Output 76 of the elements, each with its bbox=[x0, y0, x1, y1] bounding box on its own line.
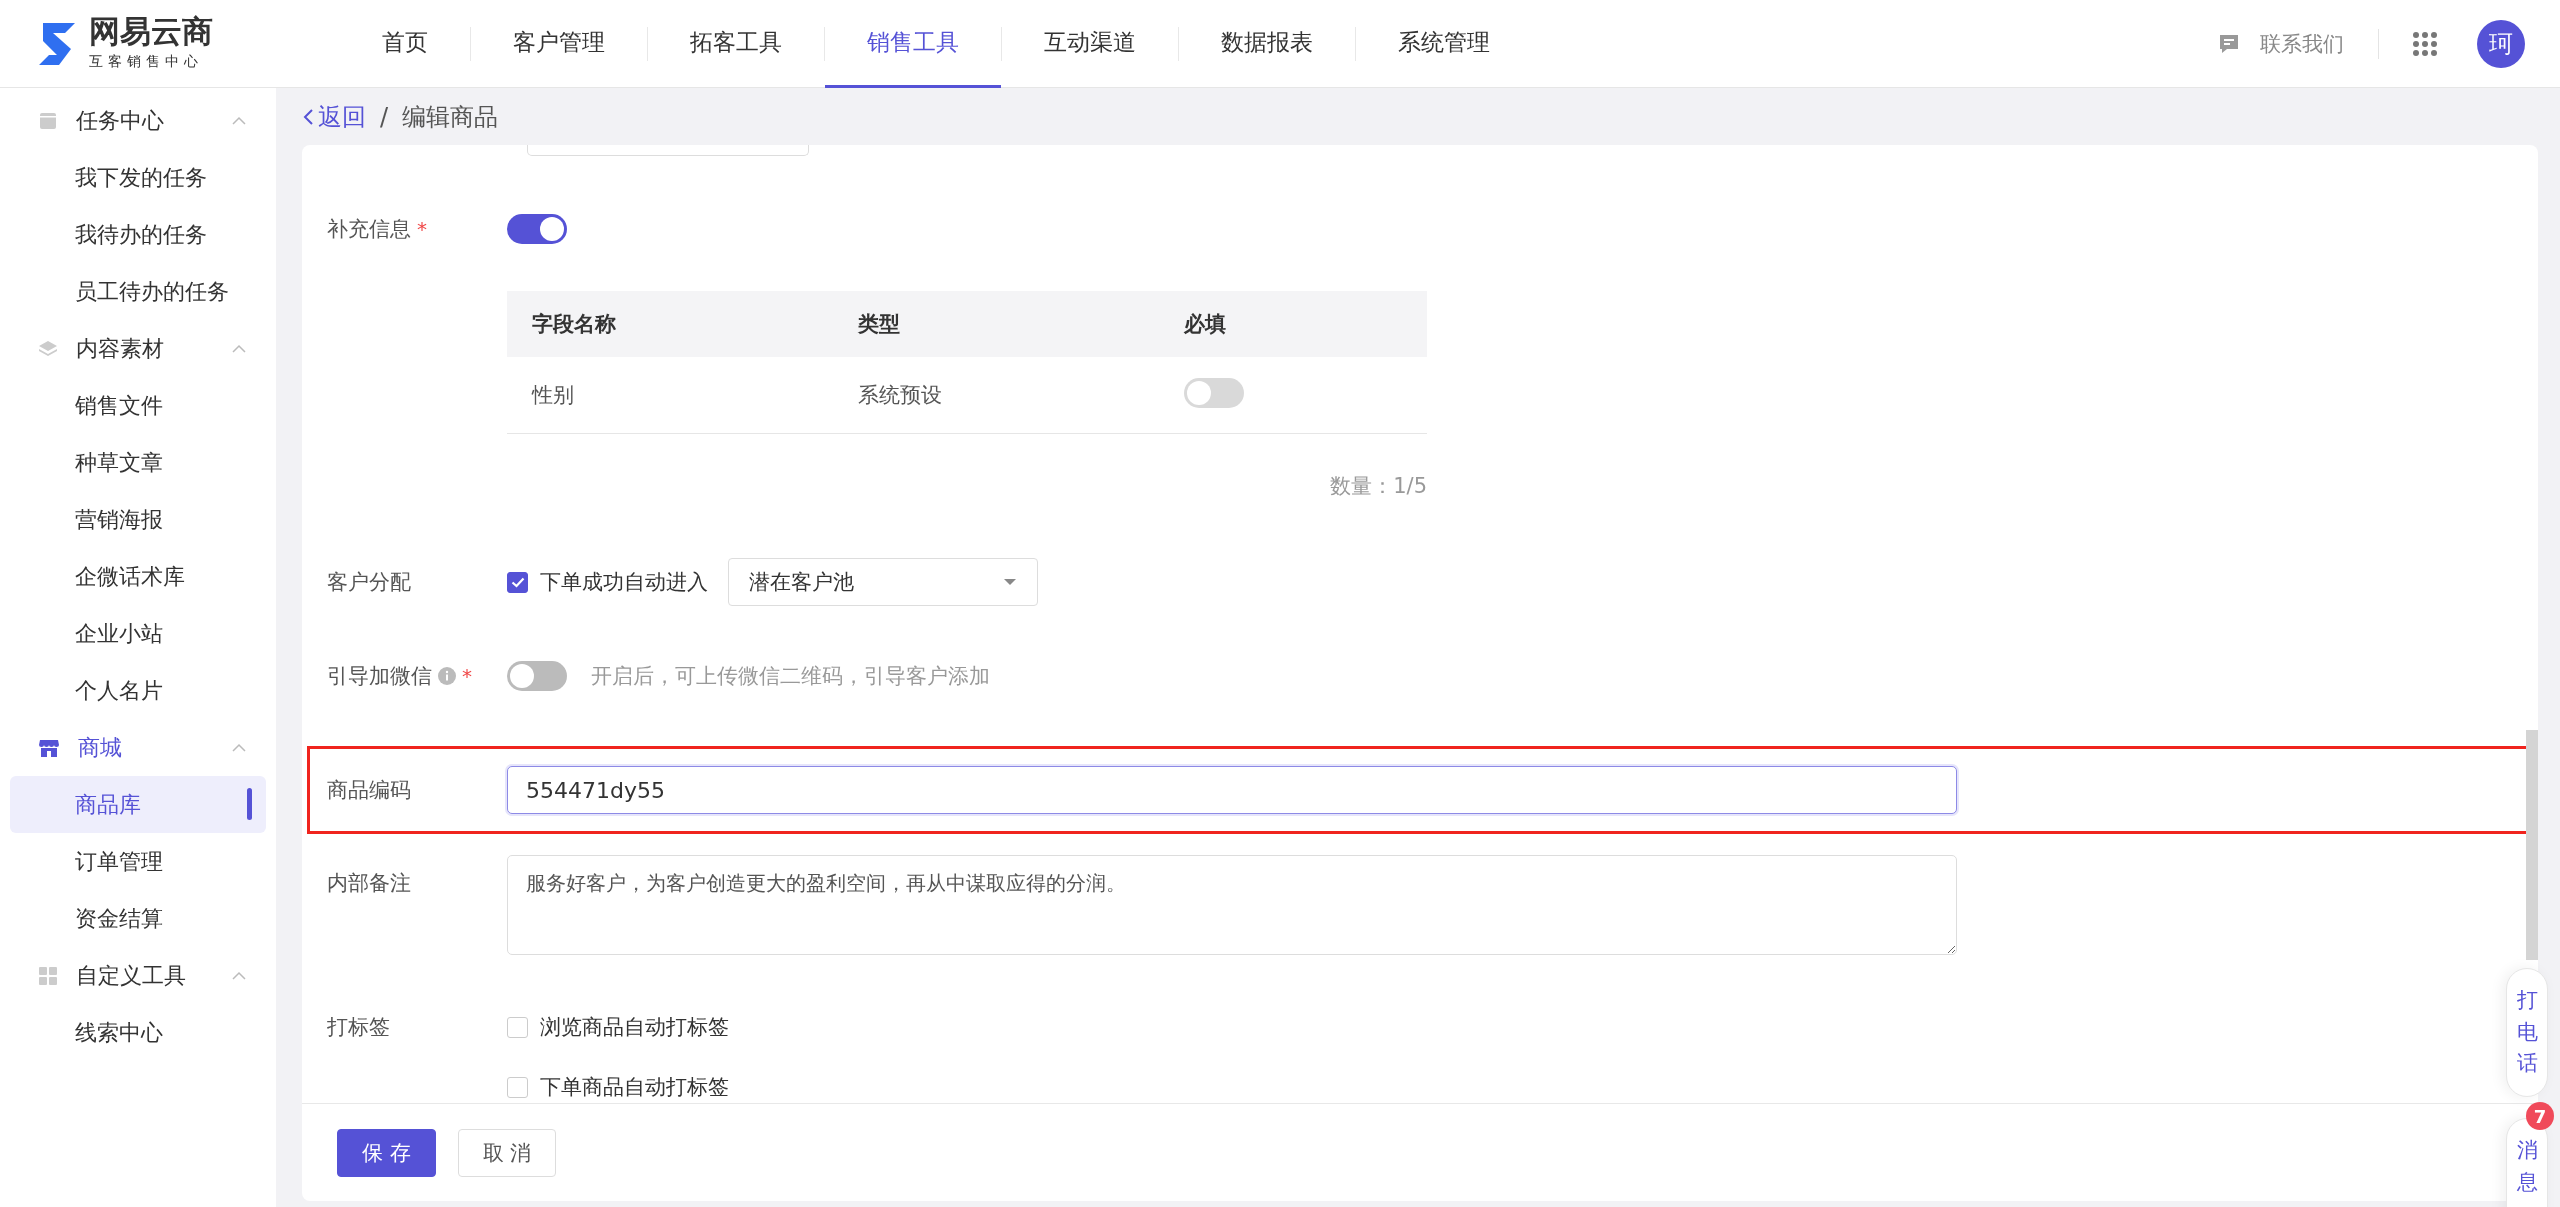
column-header: 字段名称 bbox=[507, 291, 834, 357]
info-icon bbox=[438, 667, 456, 685]
input-field[interactable]: 554471dy55 bbox=[507, 766, 1957, 814]
page-title: 编辑商品 bbox=[402, 101, 499, 133]
required-mark: * bbox=[462, 664, 472, 688]
nav-tab[interactable]: 客户管理 bbox=[471, 0, 647, 88]
sidebar-group[interactable]: 商城 bbox=[10, 719, 266, 776]
sidebar-item[interactable]: 销售文件 bbox=[10, 377, 266, 434]
sidebar-item[interactable]: 企微话术库 bbox=[10, 548, 266, 605]
field-label: 商品编码 bbox=[327, 777, 411, 804]
scrollbar[interactable] bbox=[2526, 730, 2538, 960]
cancel-button[interactable]: 取 消 bbox=[457, 1128, 557, 1177]
chevron-icon bbox=[232, 116, 246, 125]
breadcrumb-separator: / bbox=[380, 102, 389, 131]
nav-tab[interactable]: 销售工具 bbox=[825, 0, 1001, 88]
nav-tab[interactable]: 数据报表 bbox=[1179, 0, 1355, 88]
brand-tagline: 互客销售中心 bbox=[89, 53, 204, 71]
checkbox[interactable] bbox=[507, 571, 528, 593]
calendar-icon bbox=[38, 110, 58, 131]
field-label: 引导加微信 bbox=[327, 663, 432, 690]
table-cell: 性别 bbox=[507, 357, 834, 434]
sidebar-item[interactable]: 营销海报 bbox=[10, 491, 266, 548]
field-label: 补充信息 bbox=[327, 216, 411, 243]
user-avatar[interactable]: 珂 bbox=[2477, 19, 2525, 68]
nav-tab[interactable]: 首页 bbox=[340, 0, 470, 88]
checkbox-label: 下单商品自动打标签 bbox=[540, 1074, 729, 1101]
nav-tab[interactable]: 互动渠道 bbox=[1002, 0, 1178, 88]
field-label: 客户分配 bbox=[327, 569, 411, 596]
sidebar-item[interactable]: 线索中心 bbox=[10, 1004, 266, 1061]
nav-tab[interactable]: 拓客工具 bbox=[648, 0, 824, 88]
checkbox-label: 下单成功自动进入 bbox=[540, 569, 708, 596]
grid-icon bbox=[38, 965, 58, 986]
nav-tab[interactable]: 系统管理 bbox=[1356, 0, 1532, 88]
toggle-switch[interactable] bbox=[1184, 377, 1245, 408]
sidebar-item[interactable]: 员工待办的任务 bbox=[10, 263, 266, 320]
chat-icon bbox=[2218, 32, 2240, 55]
call-button[interactable]: 打电话 bbox=[2506, 968, 2548, 1097]
sidebar-item[interactable]: 我下发的任务 bbox=[10, 149, 266, 206]
hint-text: 开启后，可上传微信二维码，引导客户添加 bbox=[591, 663, 990, 690]
required-mark: * bbox=[417, 217, 427, 241]
save-button[interactable]: 保 存 bbox=[337, 1128, 436, 1177]
chevron-icon bbox=[232, 971, 246, 980]
sidebar-item[interactable]: 订单管理 bbox=[10, 833, 266, 890]
apps-grid-icon[interactable] bbox=[2413, 31, 2437, 56]
check-icon bbox=[510, 576, 525, 588]
column-header: 必填 bbox=[1159, 291, 1427, 357]
sidebar-group[interactable]: 任务中心 bbox=[10, 92, 266, 149]
column-header: 类型 bbox=[833, 291, 1160, 357]
shop-icon bbox=[38, 737, 60, 758]
sidebar-item[interactable]: 个人名片 bbox=[10, 662, 266, 719]
sidebar-group[interactable]: 内容素材 bbox=[10, 320, 266, 377]
contact-button[interactable]: 联系我们 bbox=[2218, 29, 2344, 58]
table-cell: 系统预设 bbox=[833, 357, 1160, 434]
sidebar-item[interactable]: 我待办的任务 bbox=[10, 206, 266, 263]
field-label: 内部备注 bbox=[327, 870, 411, 897]
back-link[interactable]: 返回 bbox=[302, 100, 366, 133]
layers-icon bbox=[38, 338, 58, 359]
checkbox-label: 浏览商品自动打标签 bbox=[540, 1014, 729, 1041]
textarea-field[interactable]: 服务好客户，为客户创造更大的盈利空间，再从中谋取应得的分润。 bbox=[507, 855, 1957, 955]
brand-name: 网易云商 bbox=[89, 16, 213, 47]
field-label: 打标签 bbox=[327, 1014, 390, 1041]
chevron-icon bbox=[232, 344, 246, 353]
toggle-switch[interactable] bbox=[507, 214, 567, 244]
chevron-icon bbox=[232, 743, 246, 752]
sidebar-item[interactable]: 商品库 bbox=[10, 776, 266, 833]
notification-badge: 7 bbox=[2526, 1102, 2554, 1130]
toggle-switch[interactable] bbox=[507, 661, 567, 691]
sidebar-item[interactable]: 资金结算 bbox=[10, 890, 266, 947]
select-dropdown[interactable]: 潜在客户池 bbox=[728, 558, 1038, 606]
count-text: 数量：1/5 bbox=[1330, 474, 1427, 498]
active-indicator bbox=[247, 788, 252, 820]
sidebar-item[interactable]: 企业小站 bbox=[10, 605, 266, 662]
sidebar-group[interactable]: 自定义工具 bbox=[10, 947, 266, 1004]
chevron-left-icon bbox=[302, 107, 314, 126]
sidebar-item[interactable]: 种草文章 bbox=[10, 434, 266, 491]
caret-down-icon bbox=[1003, 578, 1017, 586]
